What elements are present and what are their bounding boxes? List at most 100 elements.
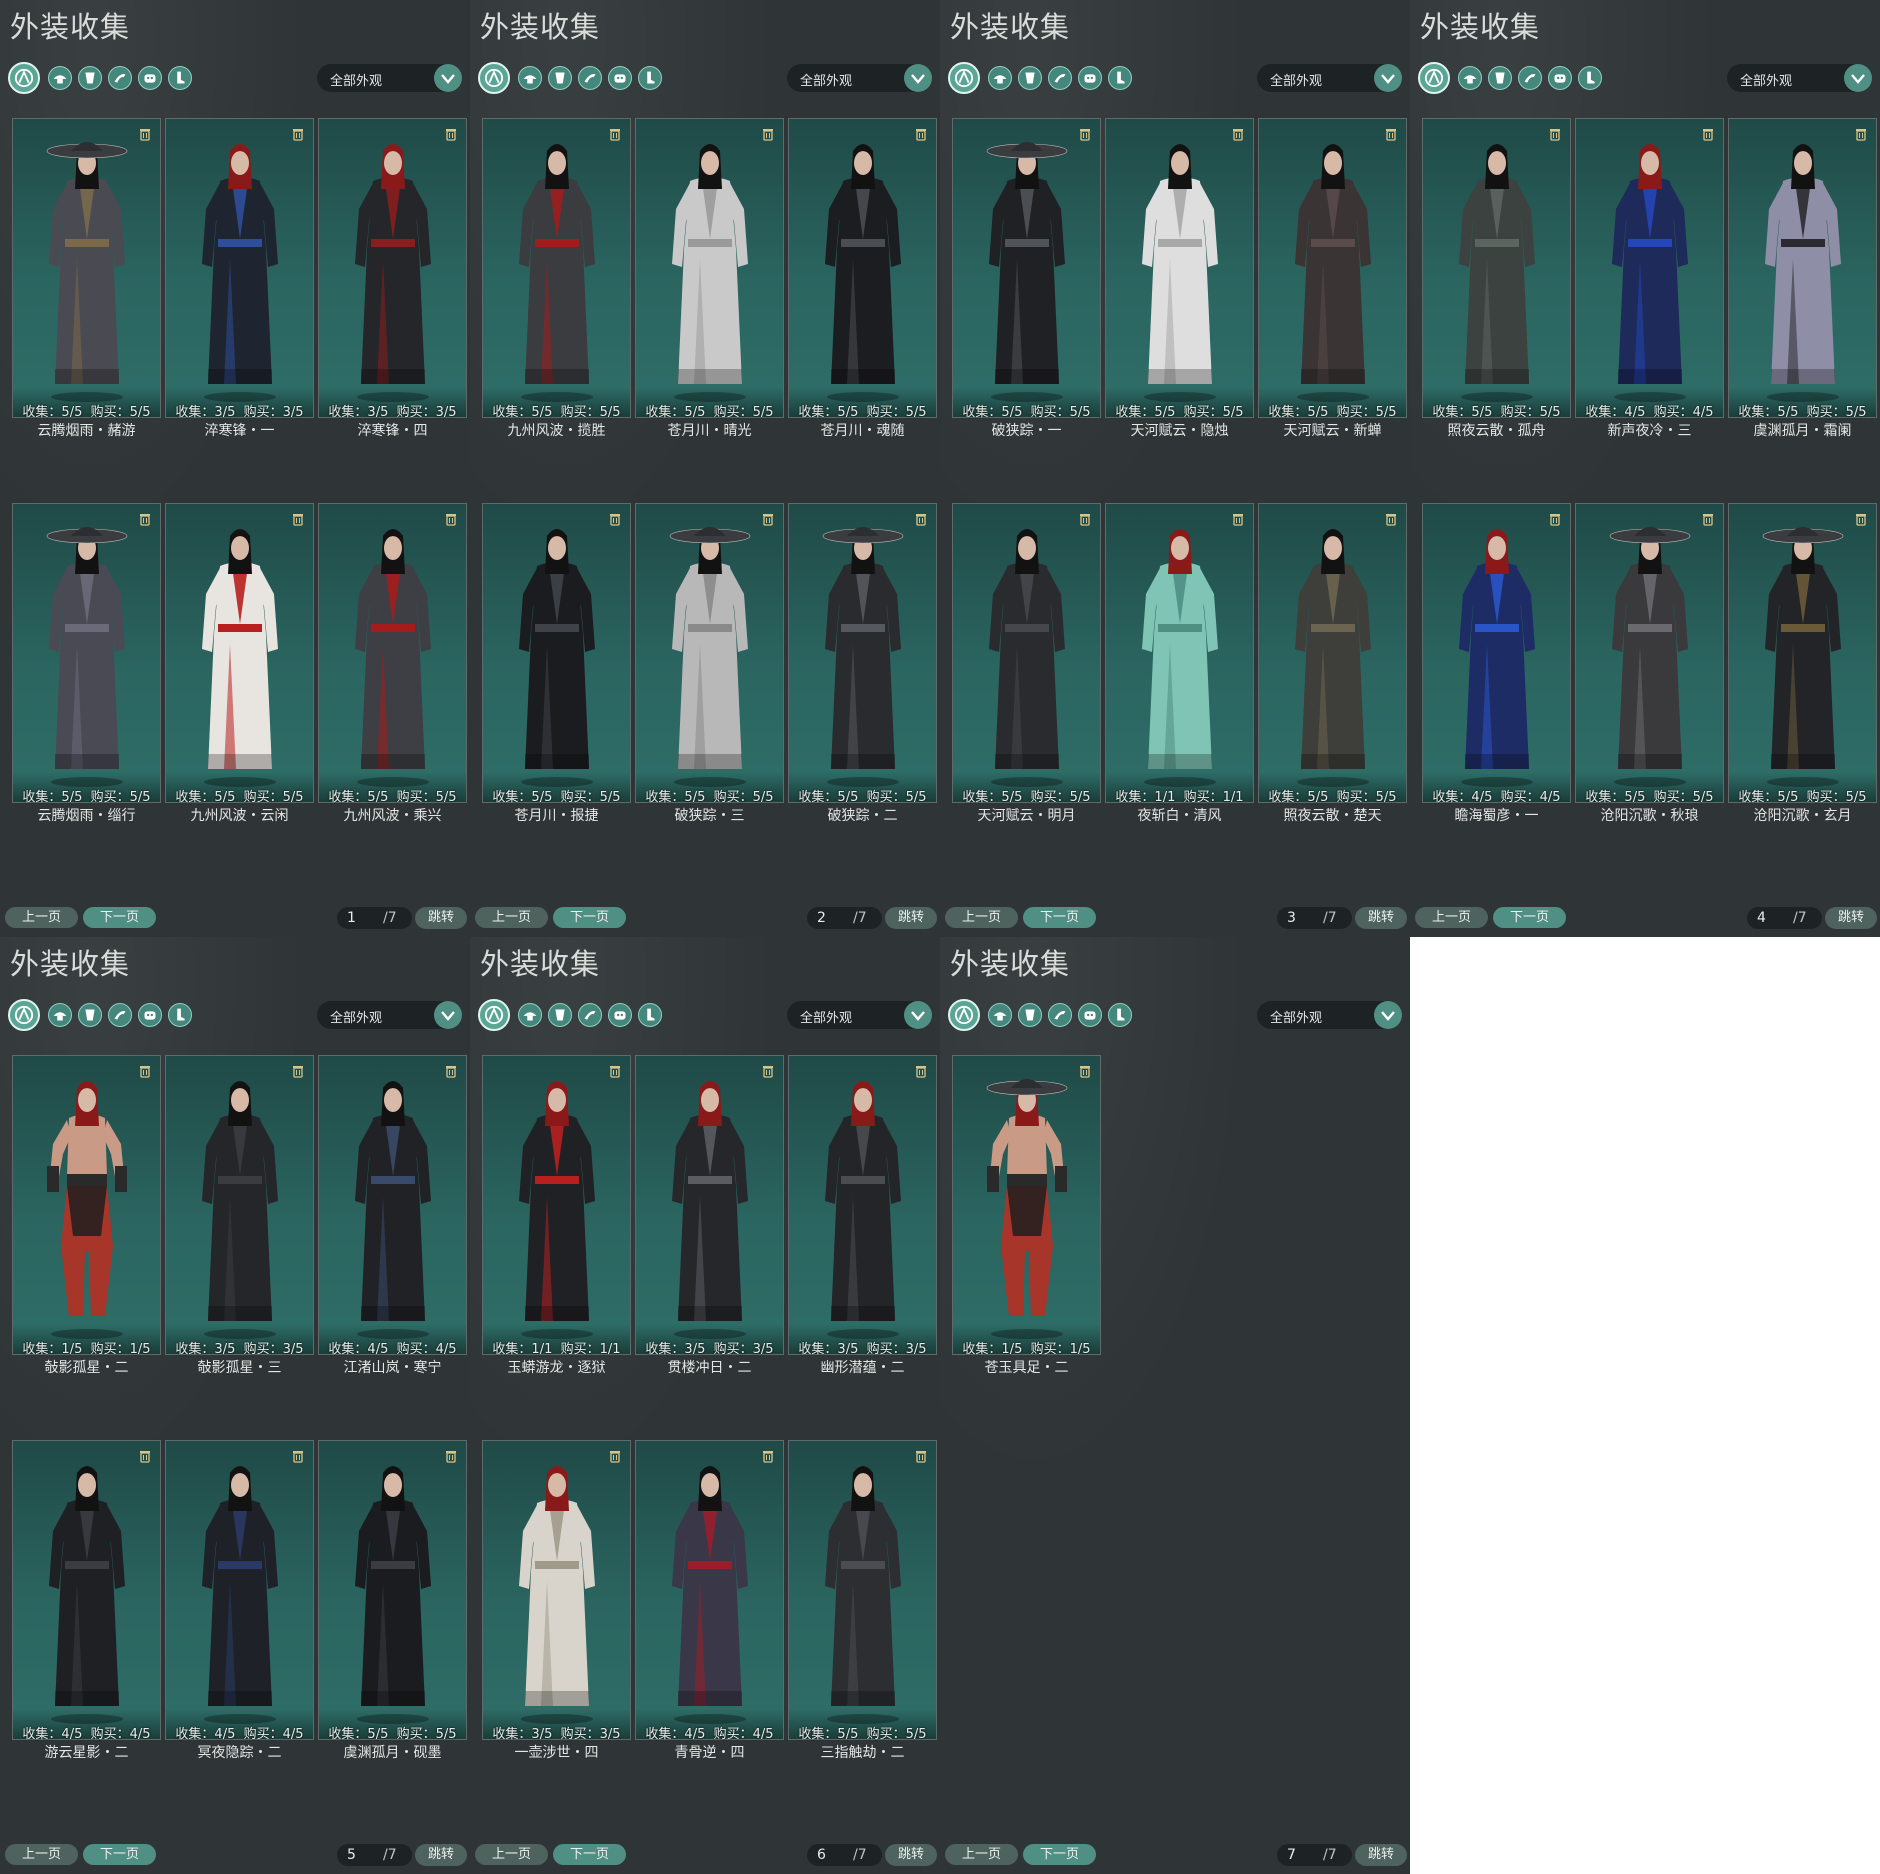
sleeve-icon[interactable] — [108, 66, 132, 90]
all-appearance-icon[interactable] — [478, 62, 510, 94]
chevron-down-icon[interactable] — [1844, 64, 1872, 92]
outfit-card[interactable]: 收集：5/5 购买：5/5 天河赋云・明月 — [952, 503, 1101, 848]
hat-icon[interactable] — [48, 1003, 72, 1027]
current-page-number[interactable]: 3 — [1287, 910, 1296, 926]
all-appearance-icon[interactable] — [948, 62, 980, 94]
outfit-card[interactable]: 收集：4/5 购买：4/5 冥夜隐踪・二 — [165, 1440, 314, 1785]
boots-icon[interactable] — [638, 1003, 662, 1027]
outfit-preview-image[interactable] — [165, 503, 314, 803]
next-page-button[interactable]: 下一页 — [553, 907, 626, 928]
chevron-down-icon[interactable] — [1374, 1001, 1402, 1029]
page-number-field[interactable]: 2/7 — [807, 907, 882, 929]
appearance-filter-dropdown[interactable]: 全部外观 — [1257, 64, 1402, 92]
outfit-card[interactable]: 收集：5/5 购买：5/5 苍月川・晴光 — [635, 118, 784, 463]
outfit-preview-image[interactable] — [165, 118, 314, 418]
outfit-card[interactable]: 收集：5/5 购买：5/5 云腾烟雨・赭游 — [12, 118, 161, 463]
prev-page-button[interactable]: 上一页 — [945, 907, 1018, 928]
jump-button[interactable]: 跳转 — [415, 907, 467, 929]
outfit-preview-image[interactable] — [952, 118, 1101, 418]
outfit-card[interactable]: 收集：5/5 购买：5/5 天河赋云・新蝉 — [1258, 118, 1407, 463]
outfit-card[interactable]: 收集：4/5 购买：4/5 青骨逆・四 — [635, 1440, 784, 1785]
outfit-card[interactable]: 收集：1/5 购买：1/5 苍玉具足・二 — [952, 1055, 1101, 1400]
mask-icon[interactable] — [1548, 66, 1572, 90]
chevron-down-icon[interactable] — [434, 64, 462, 92]
robe-icon[interactable] — [78, 66, 102, 90]
outfit-card[interactable]: 收集：5/5 购买：5/5 破狭踪・一 — [952, 118, 1101, 463]
appearance-filter-dropdown[interactable]: 全部外观 — [1727, 64, 1872, 92]
current-page-number[interactable]: 7 — [1287, 1847, 1296, 1863]
jump-button[interactable]: 跳转 — [415, 1844, 467, 1866]
robe-icon[interactable] — [548, 66, 572, 90]
outfit-preview-image[interactable] — [12, 1055, 161, 1355]
mask-icon[interactable] — [138, 1003, 162, 1027]
prev-page-button[interactable]: 上一页 — [475, 1844, 548, 1865]
prev-page-button[interactable]: 上一页 — [945, 1844, 1018, 1865]
outfit-preview-image[interactable] — [1575, 503, 1724, 803]
outfit-preview-image[interactable] — [1728, 118, 1877, 418]
robe-icon[interactable] — [1018, 1003, 1042, 1027]
current-page-number[interactable]: 2 — [817, 910, 826, 926]
next-page-button[interactable]: 下一页 — [1023, 1844, 1096, 1865]
boots-icon[interactable] — [1108, 66, 1132, 90]
outfit-card[interactable]: 收集：5/5 购买：5/5 九州风波・乘兴 — [318, 503, 467, 848]
all-appearance-icon[interactable] — [8, 62, 40, 94]
outfit-preview-image[interactable] — [1422, 118, 1571, 418]
mask-icon[interactable] — [138, 66, 162, 90]
outfit-preview-image[interactable] — [482, 1440, 631, 1740]
outfit-card[interactable]: 收集：5/5 购买：5/5 虞渊孤月・砚墨 — [318, 1440, 467, 1785]
outfit-card[interactable]: 收集：3/5 购买：3/5 淬寒锋・一 — [165, 118, 314, 463]
chevron-down-icon[interactable] — [1374, 64, 1402, 92]
outfit-preview-image[interactable] — [1422, 503, 1571, 803]
outfit-preview-image[interactable] — [635, 1055, 784, 1355]
outfit-card[interactable]: 收集：5/5 购买：5/5 九州风波・揽胜 — [482, 118, 631, 463]
outfit-preview-image[interactable] — [788, 503, 937, 803]
mask-icon[interactable] — [1078, 1003, 1102, 1027]
all-appearance-icon[interactable] — [948, 999, 980, 1031]
jump-button[interactable]: 跳转 — [1355, 1844, 1407, 1866]
next-page-button[interactable]: 下一页 — [83, 907, 156, 928]
sleeve-icon[interactable] — [1518, 66, 1542, 90]
outfit-card[interactable]: 收集：1/5 购买：1/5 敧影孤星・二 — [12, 1055, 161, 1400]
next-page-button[interactable]: 下一页 — [83, 1844, 156, 1865]
sleeve-icon[interactable] — [1048, 1003, 1072, 1027]
hat-icon[interactable] — [518, 1003, 542, 1027]
outfit-preview-image[interactable] — [1258, 503, 1407, 803]
sleeve-icon[interactable] — [578, 1003, 602, 1027]
outfit-preview-image[interactable] — [635, 503, 784, 803]
boots-icon[interactable] — [1108, 1003, 1132, 1027]
outfit-card[interactable]: 收集：5/5 购买：5/5 苍月川・魂随 — [788, 118, 937, 463]
outfit-card[interactable]: 收集：5/5 购买：5/5 苍月川・报捷 — [482, 503, 631, 848]
outfit-card[interactable]: 收集：5/5 购买：5/5 沧阳沉歌・玄月 — [1728, 503, 1877, 848]
page-number-field[interactable]: 7/7 — [1277, 1844, 1352, 1866]
robe-icon[interactable] — [548, 1003, 572, 1027]
boots-icon[interactable] — [638, 66, 662, 90]
outfit-preview-image[interactable] — [635, 118, 784, 418]
outfit-preview-image[interactable] — [318, 503, 467, 803]
hat-icon[interactable] — [518, 66, 542, 90]
mask-icon[interactable] — [608, 66, 632, 90]
boots-icon[interactable] — [168, 66, 192, 90]
next-page-button[interactable]: 下一页 — [553, 1844, 626, 1865]
robe-icon[interactable] — [78, 1003, 102, 1027]
chevron-down-icon[interactable] — [904, 64, 932, 92]
all-appearance-icon[interactable] — [478, 999, 510, 1031]
prev-page-button[interactable]: 上一页 — [475, 907, 548, 928]
hat-icon[interactable] — [1458, 66, 1482, 90]
outfit-card[interactable]: 收集：5/5 购买：5/5 虞渊孤月・霜阑 — [1728, 118, 1877, 463]
jump-button[interactable]: 跳转 — [1355, 907, 1407, 929]
boots-icon[interactable] — [1578, 66, 1602, 90]
appearance-filter-dropdown[interactable]: 全部外观 — [317, 1001, 462, 1029]
outfit-preview-image[interactable] — [482, 503, 631, 803]
outfit-preview-image[interactable] — [318, 118, 467, 418]
hat-icon[interactable] — [48, 66, 72, 90]
appearance-filter-dropdown[interactable]: 全部外观 — [787, 1001, 932, 1029]
page-number-field[interactable]: 4/7 — [1747, 907, 1822, 929]
sleeve-icon[interactable] — [1048, 66, 1072, 90]
outfit-preview-image[interactable] — [635, 1440, 784, 1740]
outfit-card[interactable]: 收集：3/5 购买：3/5 贯楼冲日・二 — [635, 1055, 784, 1400]
appearance-filter-dropdown[interactable]: 全部外观 — [1257, 1001, 1402, 1029]
outfit-preview-image[interactable] — [318, 1055, 467, 1355]
next-page-button[interactable]: 下一页 — [1023, 907, 1096, 928]
all-appearance-icon[interactable] — [1418, 62, 1450, 94]
hat-icon[interactable] — [988, 1003, 1012, 1027]
